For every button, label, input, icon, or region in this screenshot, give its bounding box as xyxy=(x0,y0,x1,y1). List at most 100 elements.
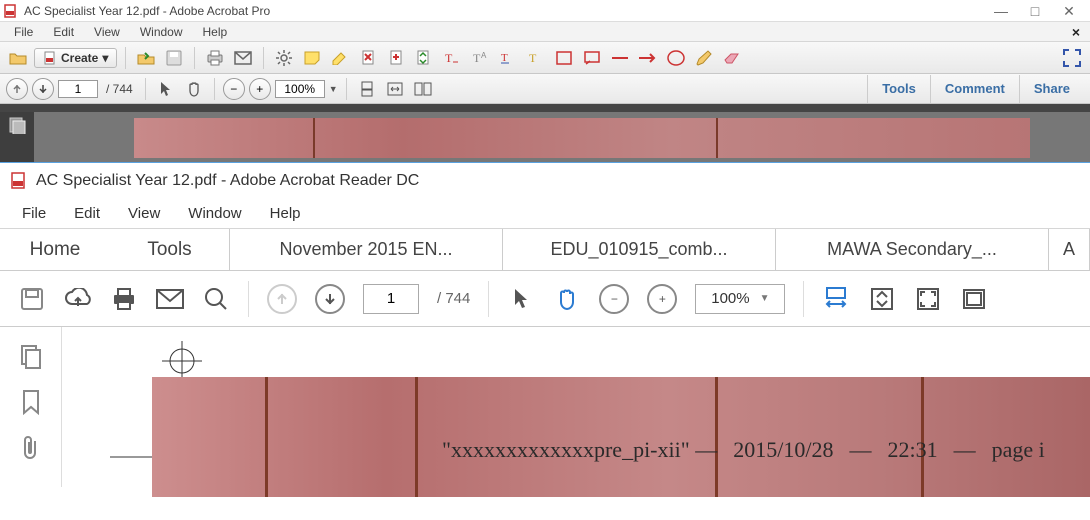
close-button[interactable]: ✕ xyxy=(1052,1,1086,21)
hand-tool-icon[interactable] xyxy=(182,77,206,101)
document-header-text: "xxxxxxxxxxxxxpre_pi-xii" — 2015/10/28 —… xyxy=(442,437,1045,463)
pencil-icon[interactable] xyxy=(692,46,716,70)
text-highlight-icon[interactable]: T xyxy=(524,46,548,70)
fullscreen-icon[interactable] xyxy=(914,285,942,313)
page-number-input[interactable] xyxy=(58,80,98,98)
attachments-panel-icon[interactable] xyxy=(21,435,41,461)
prev-page-button[interactable] xyxy=(6,78,28,100)
separator xyxy=(803,281,804,317)
maximize-button[interactable]: □ xyxy=(1018,1,1052,21)
tab-tools[interactable]: Tools xyxy=(110,229,230,270)
create-button[interactable]: Create ▾ xyxy=(34,48,117,68)
print-icon[interactable] xyxy=(203,46,227,70)
zoom-out-button[interactable]: − xyxy=(599,284,629,314)
oval-icon[interactable] xyxy=(664,46,688,70)
menu-edit[interactable]: Edit xyxy=(60,205,114,222)
sticky-note-icon[interactable] xyxy=(300,46,324,70)
separator xyxy=(488,281,489,317)
stamp-delete-icon[interactable] xyxy=(356,46,380,70)
gear-icon[interactable] xyxy=(272,46,296,70)
document-viewport[interactable] xyxy=(34,112,1090,162)
highlight-icon[interactable] xyxy=(328,46,352,70)
zoom-select[interactable]: 100% ▼ xyxy=(695,284,785,314)
stamp-swap-icon[interactable] xyxy=(412,46,436,70)
open-folder-icon[interactable] xyxy=(6,46,30,70)
stamp-add-icon[interactable] xyxy=(384,46,408,70)
zoom-input[interactable] xyxy=(275,80,325,98)
menu-edit[interactable]: Edit xyxy=(43,25,84,39)
tools-link[interactable]: Tools xyxy=(867,75,930,103)
line-icon[interactable] xyxy=(608,46,632,70)
acrobat-pro-toolbar-nav: / 744 − + ▼ Tools Comment Share xyxy=(0,74,1090,104)
fit-width-icon[interactable] xyxy=(383,77,407,101)
fit-width-icon[interactable] xyxy=(822,285,850,313)
two-page-icon[interactable] xyxy=(411,77,435,101)
read-mode-icon[interactable] xyxy=(960,285,988,313)
menu-file[interactable]: File xyxy=(8,205,60,222)
eraser-icon[interactable] xyxy=(720,46,744,70)
menu-help[interactable]: Help xyxy=(256,205,315,222)
crop-mark-icon xyxy=(162,341,202,381)
acrobat-pro-doc-gutter xyxy=(0,104,1090,112)
zoom-in-button[interactable]: + xyxy=(249,78,271,100)
doc-date-text: 2015/10/28 xyxy=(733,437,833,463)
select-tool-icon[interactable] xyxy=(507,285,535,313)
save-icon[interactable] xyxy=(162,46,186,70)
tab-home[interactable]: Home xyxy=(0,229,110,270)
tab-document-2[interactable]: EDU_010915_comb... xyxy=(503,229,776,270)
rectangle-icon[interactable] xyxy=(552,46,576,70)
menu-view[interactable]: View xyxy=(114,205,174,222)
document-close-button[interactable]: × xyxy=(1062,24,1086,40)
next-page-button[interactable] xyxy=(315,284,345,314)
separator xyxy=(263,47,264,69)
next-page-button[interactable] xyxy=(32,78,54,100)
menu-view[interactable]: View xyxy=(84,25,130,39)
separator-text: — xyxy=(954,437,976,463)
email-icon[interactable] xyxy=(231,46,255,70)
share-link[interactable]: Share xyxy=(1019,75,1084,103)
prev-page-button[interactable] xyxy=(267,284,297,314)
arrow-icon[interactable] xyxy=(636,46,660,70)
hand-tool-icon[interactable] xyxy=(553,285,581,313)
open-icon[interactable] xyxy=(134,46,158,70)
bookmark-panel-icon[interactable] xyxy=(21,389,41,415)
pdf-doc-icon xyxy=(4,4,18,18)
text-replace-icon[interactable]: T xyxy=(440,46,464,70)
menu-window[interactable]: Window xyxy=(130,25,193,39)
fullscreen-icon[interactable] xyxy=(1060,46,1084,70)
email-icon[interactable] xyxy=(156,285,184,313)
tab-document-3[interactable]: MAWA Secondary_... xyxy=(776,229,1049,270)
zoom-in-button[interactable]: + xyxy=(647,284,677,314)
zoom-out-button[interactable]: − xyxy=(223,78,245,100)
acrobat-pro-toolbar-main: Create ▾ T TA T T xyxy=(0,42,1090,74)
menu-help[interactable]: Help xyxy=(193,25,238,39)
reader-dc-sidebar xyxy=(0,327,62,487)
cloud-upload-icon[interactable] xyxy=(64,285,92,313)
comment-link[interactable]: Comment xyxy=(930,75,1019,103)
svg-text:T: T xyxy=(529,51,537,65)
fit-page-icon[interactable] xyxy=(868,285,896,313)
menu-file[interactable]: File xyxy=(4,25,43,39)
document-viewport[interactable]: "xxxxxxxxxxxxxpre_pi-xii" — 2015/10/28 —… xyxy=(62,327,1090,487)
save-icon[interactable] xyxy=(18,285,46,313)
thumbnails-panel-icon[interactable] xyxy=(19,343,43,369)
text-insert-icon[interactable]: TA xyxy=(468,46,492,70)
separator-text: — xyxy=(849,437,871,463)
text-box-icon[interactable] xyxy=(580,46,604,70)
doc-filename-text: "xxxxxxxxxxxxxpre_pi-xii" — xyxy=(442,437,717,463)
page-total-label: / 744 xyxy=(102,82,137,96)
zoom-dropdown-icon[interactable]: ▼ xyxy=(329,84,338,94)
page-number-input[interactable] xyxy=(363,284,419,314)
minimize-button[interactable]: — xyxy=(984,1,1018,21)
select-tool-icon[interactable] xyxy=(154,77,178,101)
svg-text:A: A xyxy=(481,51,487,60)
svg-text:T: T xyxy=(445,51,453,65)
menu-window[interactable]: Window xyxy=(174,205,255,222)
text-underline-icon[interactable]: T xyxy=(496,46,520,70)
search-icon[interactable] xyxy=(202,285,230,313)
tab-document-1[interactable]: November 2015 EN... xyxy=(230,229,503,270)
print-icon[interactable] xyxy=(110,285,138,313)
fit-page-icon[interactable] xyxy=(355,77,379,101)
tab-document-4[interactable]: A xyxy=(1049,229,1090,270)
page-thumbnails-icon[interactable] xyxy=(8,116,26,162)
